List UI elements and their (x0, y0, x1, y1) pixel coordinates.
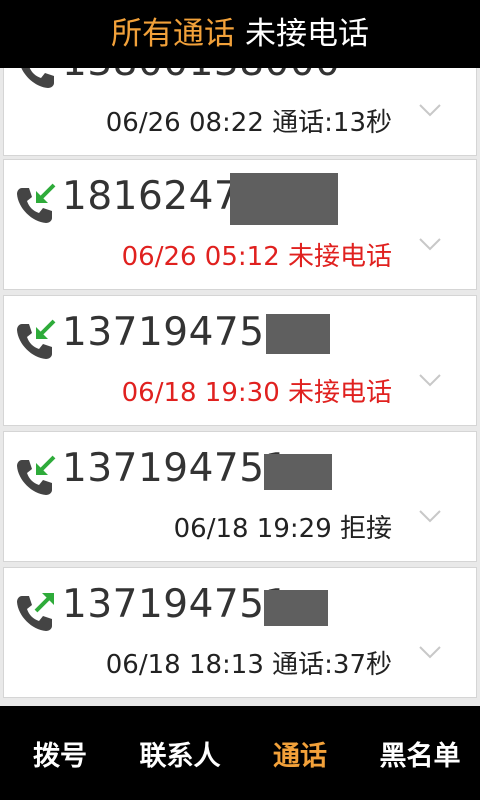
phone-number: 137194751 (62, 446, 290, 491)
tab-all-calls[interactable]: 所有通话 (111, 0, 235, 68)
call-log-item[interactable]: 137194751 06/18 19:29 拒接 (3, 431, 477, 562)
nav-blacklist[interactable]: 黑名单 (360, 734, 480, 773)
call-detail: 06/18 19:30 未接电话 (121, 378, 392, 408)
call-log-item[interactable]: 137194751 06/18 18:13 通话:37秒 (3, 567, 477, 698)
phone-number: 137194751 (62, 582, 290, 627)
call-detail: 06/26 05:12 未接电话 (121, 242, 392, 272)
call-log-list[interactable]: 13800138000 06/26 08:22 通话:13秒 18162479 … (0, 68, 480, 706)
top-tab-bar: 所有通话 未接电话 (0, 0, 480, 68)
phone-incoming-icon (17, 455, 56, 495)
nav-calls[interactable]: 通话 (240, 734, 360, 773)
call-log-item[interactable]: 137194751 06/18 19:30 未接电话 (3, 295, 477, 426)
phone-outgoing-icon (17, 593, 54, 631)
phone-icon (21, 68, 54, 88)
chevron-down-icon[interactable] (418, 644, 442, 660)
chevron-down-icon[interactable] (418, 236, 442, 252)
nav-dial[interactable]: 拨号 (0, 734, 120, 773)
chevron-down-icon[interactable] (418, 372, 442, 388)
call-detail: 06/18 19:29 拒接 (173, 514, 392, 544)
bottom-nav-bar: 拨号 联系人 通话 黑名单 (0, 706, 480, 800)
phone-number: 13800138000 (62, 68, 340, 85)
chevron-down-icon[interactable] (418, 508, 442, 524)
redaction-block (264, 454, 332, 490)
call-detail: 06/26 08:22 通话:13秒 (105, 108, 392, 138)
nav-contacts[interactable]: 联系人 (120, 734, 240, 773)
phone-incoming-icon (17, 183, 56, 223)
call-detail: 06/18 18:13 通话:37秒 (105, 650, 392, 680)
chevron-down-icon[interactable] (418, 102, 442, 118)
phone-number: 137194751 (62, 310, 290, 355)
tab-missed-calls[interactable]: 未接电话 (245, 0, 369, 68)
phone-incoming-icon (17, 319, 56, 359)
redaction-block (266, 314, 330, 354)
call-log-item[interactable]: 18162479 06/26 05:12 未接电话 (3, 159, 477, 290)
call-log-item[interactable]: 13800138000 06/26 08:22 通话:13秒 (3, 68, 477, 156)
redaction-block (264, 590, 328, 626)
redaction-block (230, 173, 338, 225)
